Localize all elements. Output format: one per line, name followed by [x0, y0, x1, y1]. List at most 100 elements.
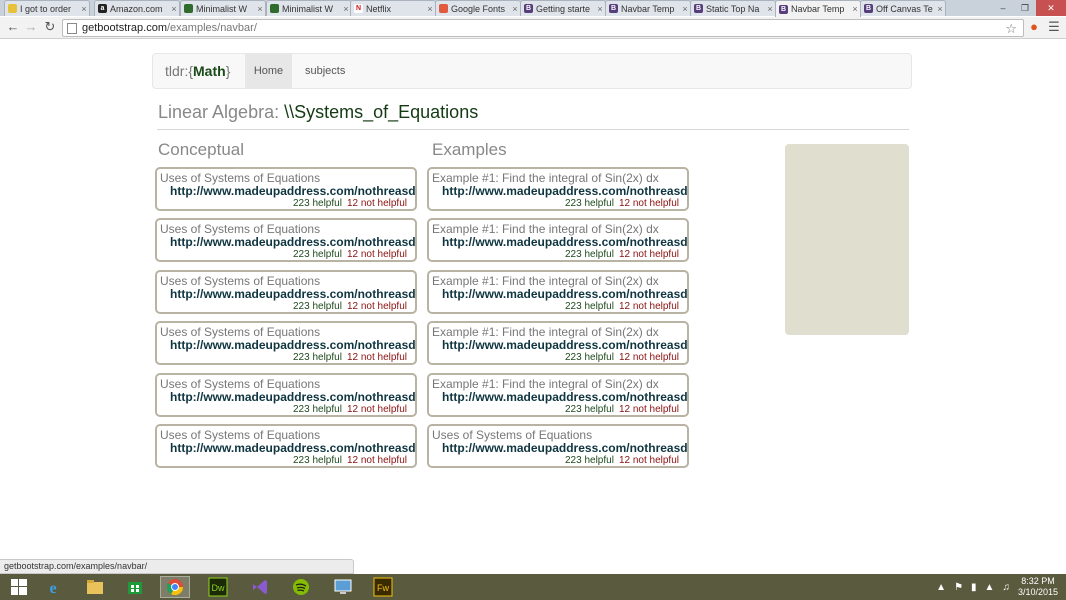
helpful-count[interactable]: 223 helpful	[293, 455, 342, 466]
not-helpful-count[interactable]: 12 not helpful	[347, 352, 407, 363]
store-icon[interactable]	[120, 576, 150, 598]
browser-tab[interactable]: N Netflix ×	[350, 0, 436, 16]
card-link[interactable]: http://www.madeupaddress.com/nothreasdf.…	[170, 287, 415, 301]
tab-close-icon[interactable]: ×	[595, 4, 605, 14]
close-window-icon[interactable]: ✕	[1036, 0, 1066, 16]
fireworks-icon[interactable]: Fw	[368, 576, 398, 598]
helpful-count[interactable]: 223 helpful	[565, 352, 614, 363]
restore-icon[interactable]: ❐	[1014, 0, 1036, 16]
remote-desktop-icon[interactable]	[328, 576, 358, 598]
browser-tab[interactable]: Minimalist W ×	[266, 0, 352, 16]
card-link[interactable]: http://www.madeupaddress.com/nothreasdf.…	[442, 441, 687, 455]
resource-card[interactable]: Uses of Systems of Equations http://www.m…	[427, 424, 689, 468]
helpful-count[interactable]: 223 helpful	[293, 198, 342, 209]
not-helpful-count[interactable]: 12 not helpful	[619, 352, 679, 363]
browser-tab[interactable]: B Navbar Temp ×	[605, 0, 691, 16]
resource-card[interactable]: Example #1: Find the integral of Sin(2x)…	[427, 218, 689, 262]
resource-card[interactable]: Uses of Systems of Equations http://www.m…	[155, 424, 417, 468]
browser-tab[interactable]: B Static Top Na ×	[690, 0, 776, 16]
flag-icon[interactable]: ⚑	[954, 582, 963, 593]
card-link[interactable]: http://www.madeupaddress.com/nothreasdf.…	[170, 184, 415, 198]
resource-card[interactable]: Uses of Systems of Equations http://www.m…	[155, 218, 417, 262]
menu-icon[interactable]: ☰	[1047, 20, 1061, 34]
battery-icon[interactable]: ▮	[971, 582, 977, 593]
card-stats: 223 helpful 12 not helpful	[565, 249, 679, 260]
not-helpful-count[interactable]: 12 not helpful	[347, 301, 407, 312]
tab-close-icon[interactable]: ×	[850, 4, 860, 14]
resource-card[interactable]: Example #1: Find the integral of Sin(2x)…	[427, 167, 689, 211]
resource-card[interactable]: Uses of Systems of Equations http://www.m…	[155, 270, 417, 314]
helpful-count[interactable]: 223 helpful	[293, 404, 342, 415]
not-helpful-count[interactable]: 12 not helpful	[619, 198, 679, 209]
volume-icon[interactable]: ♫	[1002, 582, 1010, 593]
nav-home-link[interactable]: Home	[245, 54, 292, 88]
site-brand[interactable]: tldr:{Math}	[165, 63, 230, 79]
reload-icon[interactable]: ↻	[43, 20, 57, 34]
browser-tab[interactable]: B Getting starte ×	[520, 0, 606, 16]
forward-icon[interactable]: →	[24, 20, 38, 34]
helpful-count[interactable]: 223 helpful	[293, 352, 342, 363]
start-icon[interactable]	[4, 576, 34, 598]
not-helpful-count[interactable]: 12 not helpful	[619, 301, 679, 312]
dreamweaver-icon[interactable]: Dw	[203, 576, 233, 598]
resource-card[interactable]: Uses of Systems of Equations http://www.m…	[155, 373, 417, 417]
helpful-count[interactable]: 223 helpful	[293, 249, 342, 260]
bookmark-star-icon[interactable]: ☆	[1005, 21, 1017, 37]
chrome-icon[interactable]	[160, 576, 190, 598]
not-helpful-count[interactable]: 12 not helpful	[619, 404, 679, 415]
resource-card[interactable]: Example #1: Find the integral of Sin(2x)…	[427, 321, 689, 365]
resource-card[interactable]: Uses of Systems of Equations http://www.m…	[155, 167, 417, 211]
not-helpful-count[interactable]: 12 not helpful	[347, 404, 407, 415]
resource-card[interactable]: Uses of Systems of Equations http://www.m…	[155, 321, 417, 365]
helpful-count[interactable]: 223 helpful	[293, 301, 342, 312]
card-link[interactable]: http://www.madeupaddress.com/nothreasdf.…	[170, 390, 415, 404]
not-helpful-count[interactable]: 12 not helpful	[347, 198, 407, 209]
resource-card[interactable]: Example #1: Find the integral of Sin(2x)…	[427, 270, 689, 314]
address-bar[interactable]: getbootstrap.com/examples/navbar/ ☆	[62, 19, 1024, 37]
internet-explorer-icon[interactable]: e	[38, 576, 68, 598]
network-icon[interactable]: ▲	[985, 582, 995, 593]
tab-close-icon[interactable]: ×	[79, 4, 89, 14]
card-link[interactable]: http://www.madeupaddress.com/nothreasdf.…	[170, 441, 415, 455]
helpful-count[interactable]: 223 helpful	[565, 249, 614, 260]
tab-close-icon[interactable]: ×	[765, 4, 775, 14]
browser-tab[interactable]: B Off Canvas Te ×	[860, 0, 946, 16]
clock[interactable]: 8:32 PM 3/10/2015	[1018, 576, 1058, 598]
browser-tab[interactable]: Google Fonts ×	[435, 0, 521, 16]
tab-close-icon[interactable]: ×	[510, 4, 520, 14]
card-link[interactable]: http://www.madeupaddress.com/nothreasdf.…	[170, 235, 415, 249]
tab-close-icon[interactable]: ×	[169, 4, 179, 14]
not-helpful-count[interactable]: 12 not helpful	[347, 455, 407, 466]
tab-close-icon[interactable]: ×	[935, 4, 945, 14]
card-link[interactable]: http://www.madeupaddress.com/nothreasdf.…	[442, 390, 687, 404]
card-link[interactable]: http://www.madeupaddress.com/nothreasdf.…	[442, 235, 687, 249]
helpful-count[interactable]: 223 helpful	[565, 455, 614, 466]
browser-tab[interactable]: a Amazon.com ×	[94, 0, 180, 16]
not-helpful-count[interactable]: 12 not helpful	[347, 249, 407, 260]
card-link[interactable]: http://www.madeupaddress.com/nothreasdf.…	[170, 338, 415, 352]
visual-studio-icon[interactable]	[245, 576, 275, 598]
spotify-icon[interactable]	[286, 576, 316, 598]
nav-subjects-link[interactable]: subjects	[305, 54, 345, 88]
tray-expand-icon[interactable]: ▲	[936, 582, 946, 593]
tab-close-icon[interactable]: ×	[425, 4, 435, 14]
back-icon[interactable]: ←	[6, 20, 20, 34]
file-explorer-icon[interactable]	[80, 576, 110, 598]
card-link[interactable]: http://www.madeupaddress.com/nothreasdf.…	[442, 184, 687, 198]
browser-tab[interactable]: Minimalist W ×	[180, 0, 266, 16]
extension-icon[interactable]: ●	[1027, 20, 1041, 34]
minimize-icon[interactable]: –	[992, 0, 1014, 16]
browser-tab[interactable]: B Navbar Temp ×	[775, 0, 861, 17]
tab-close-icon[interactable]: ×	[680, 4, 690, 14]
resource-card[interactable]: Example #1: Find the integral of Sin(2x)…	[427, 373, 689, 417]
card-link[interactable]: http://www.madeupaddress.com/nothreasdf.…	[442, 287, 687, 301]
card-link[interactable]: http://www.madeupaddress.com/nothreasdf.…	[442, 338, 687, 352]
helpful-count[interactable]: 223 helpful	[565, 198, 614, 209]
helpful-count[interactable]: 223 helpful	[565, 404, 614, 415]
not-helpful-count[interactable]: 12 not helpful	[619, 455, 679, 466]
browser-tab[interactable]: I got to order ×	[4, 0, 90, 16]
brand-suffix: }	[225, 63, 231, 79]
not-helpful-count[interactable]: 12 not helpful	[619, 249, 679, 260]
helpful-count[interactable]: 223 helpful	[565, 301, 614, 312]
tab-close-icon[interactable]: ×	[255, 4, 265, 14]
